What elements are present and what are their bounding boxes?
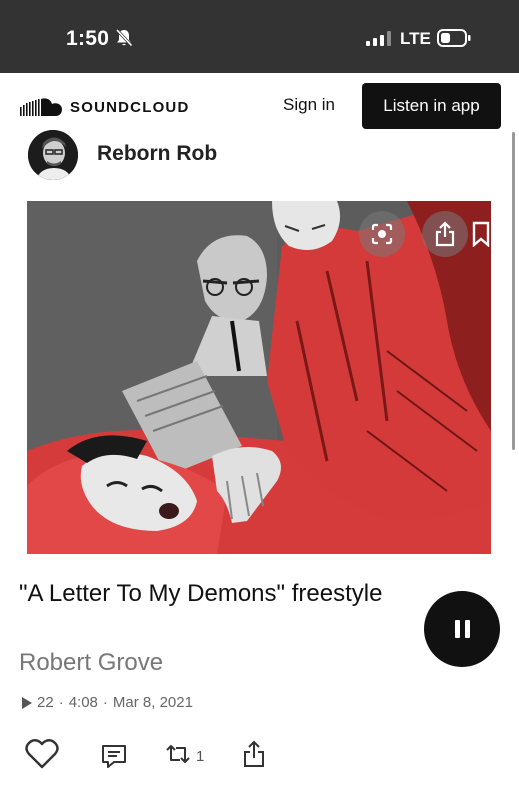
track-duration: 4:08 [68,694,98,711]
battery-icon [437,29,471,47]
pause-button[interactable] [424,591,500,667]
share-icon[interactable] [242,740,266,768]
track-meta: 22 · 4:08 · Mar 8, 2021 [22,694,193,711]
play-count-icon [22,696,32,709]
pause-bar-icon [464,620,470,638]
soundcloud-wordmark: SOUNDCLOUD [70,99,190,116]
meta-separator: · [102,694,108,711]
track-title: "A Letter To My Demons" freestyle [19,580,383,607]
repost-icon[interactable] [163,742,193,766]
status-bar: 1:50 LTE [0,0,519,73]
status-time: 1:50 [66,27,110,50]
track-date: Mar 8, 2021 [112,694,193,711]
action-bar: 1 [0,736,519,776]
track-author[interactable]: Robert Grove [19,649,163,677]
lens-icon[interactable] [359,211,405,257]
signal-icon [366,31,391,46]
share-icon[interactable] [422,211,468,257]
app-header: SOUNDCLOUD Sign in Listen in app [0,73,519,139]
artist-name[interactable]: Reborn Rob [97,142,217,166]
pause-bar-icon [454,620,460,638]
network-label: LTE [400,29,431,48]
sign-in-link[interactable]: Sign in [283,95,335,115]
track-artwork[interactable] [27,201,491,554]
play-count: 22 [37,694,54,711]
soundcloud-logo-icon[interactable] [20,97,66,119]
bell-slash-icon [115,28,133,47]
meta-separator: · [58,694,64,711]
avatar[interactable] [28,130,78,180]
listen-in-app-button[interactable]: Listen in app [362,83,501,129]
artwork-illustration [27,201,491,554]
scrollbar[interactable] [512,132,515,450]
heart-icon[interactable] [25,738,59,770]
bookmark-icon[interactable] [467,217,491,251]
comment-icon[interactable] [101,744,127,770]
repost-count: 1 [196,748,205,765]
